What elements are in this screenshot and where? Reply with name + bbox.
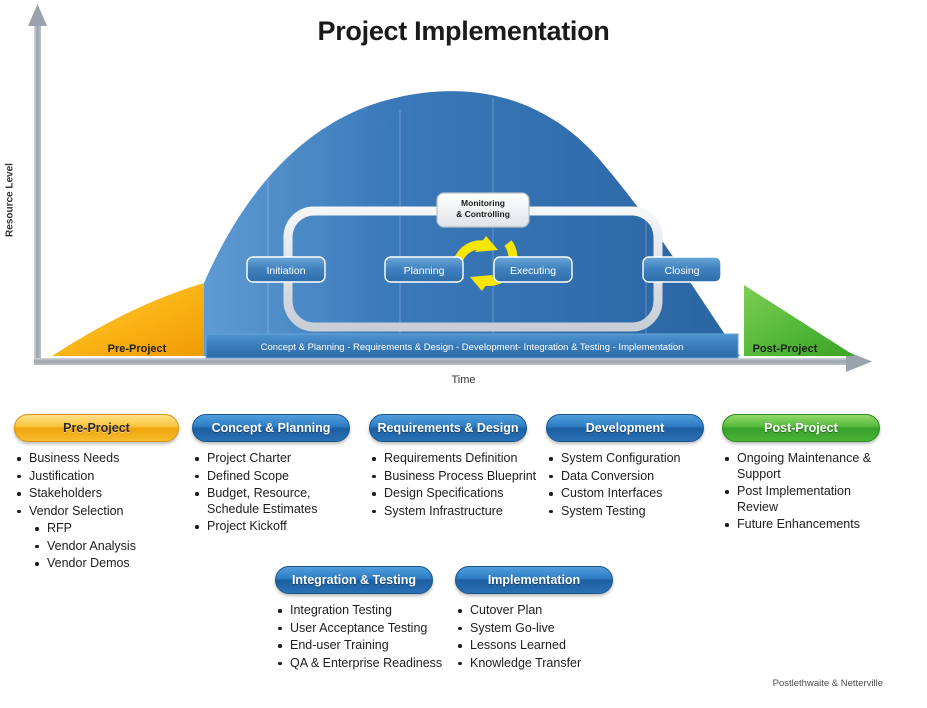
list-item: Vendor Analysis	[14, 539, 189, 555]
list-item: Custom Interfaces	[546, 486, 721, 502]
list-item: Defined Scope	[192, 469, 367, 485]
list-item: Budget, Resource, Schedule Estimates	[192, 486, 327, 517]
phase-header-integration-testing[interactable]: Integration & Testing	[275, 566, 433, 594]
list-item: Stakeholders	[14, 486, 189, 502]
monitoring-controlling-node[interactable]: Monitoring & Controlling	[436, 192, 530, 228]
y-axis-label: Resource Level	[4, 163, 16, 237]
post-project-chart-label: Post-Project	[753, 343, 818, 355]
phase-column-post-project: Post-Project Ongoing Maintenance & Suppo…	[722, 414, 912, 535]
phase-banner: Concept & Planning - Requirements & Desi…	[205, 333, 739, 359]
phase-column-implementation: Implementation Cutover Plan System Go-li…	[455, 566, 635, 673]
monitoring-label-line2: & Controlling	[456, 209, 510, 219]
phase-list: Project Charter Defined Scope Budget, Re…	[192, 451, 367, 535]
y-axis	[28, 4, 47, 358]
pre-project-chart-label: Pre-Project	[108, 343, 167, 355]
phase-column-development: Development System Configuration Data Co…	[546, 414, 721, 521]
process-node-label: Executing	[510, 265, 556, 277]
list-item: Cutover Plan	[455, 603, 635, 619]
phase-header-concept-planning[interactable]: Concept & Planning	[192, 414, 350, 442]
phase-header-post-project[interactable]: Post-Project	[722, 414, 880, 442]
chart-svg: Pre-Project Post-Project Concept & Plann…	[28, 4, 872, 372]
list-item: User Acceptance Testing	[275, 621, 465, 637]
list-item: Vendor Selection	[14, 504, 189, 520]
phase-banner-text: Concept & Planning - Requirements & Desi…	[261, 342, 684, 353]
list-item: Lessons Learned	[455, 638, 635, 654]
process-node-label: Initiation	[266, 265, 305, 277]
phase-column-requirements-design: Requirements & Design Requirements Defin…	[369, 414, 554, 521]
list-item: Justification	[14, 469, 189, 485]
list-item: Vendor Demos	[14, 556, 189, 572]
list-item: Business Needs	[14, 451, 189, 467]
list-item: End-user Training	[275, 638, 465, 654]
phase-list: Ongoing Maintenance & Support Post Imple…	[722, 451, 912, 533]
list-item: Ongoing Maintenance & Support	[722, 451, 882, 482]
process-node-label: Planning	[404, 265, 445, 277]
list-item: Post Implementation Review	[722, 484, 867, 515]
list-item: System Go-live	[455, 621, 635, 637]
list-item: Design Specifications	[369, 486, 554, 502]
phase-list: Requirements Definition Business Process…	[369, 451, 554, 519]
phase-list: Integration Testing User Acceptance Test…	[275, 603, 465, 671]
phase-column-integration-testing: Integration & Testing Integration Testin…	[275, 566, 465, 673]
phase-header-requirements-design[interactable]: Requirements & Design	[369, 414, 527, 442]
list-item: Project Charter	[192, 451, 367, 467]
resource-level-chart: Pre-Project Post-Project Concept & Plann…	[0, 0, 927, 400]
process-node-initiation[interactable]: Initiation	[246, 256, 326, 283]
phase-column-pre-project: Pre-Project Business Needs Justification…	[14, 414, 189, 574]
process-node-executing[interactable]: Executing	[493, 256, 573, 283]
list-item: RFP	[14, 521, 189, 537]
process-node-planning[interactable]: Planning	[384, 256, 464, 283]
phase-column-concept-planning: Concept & Planning Project Charter Defin…	[192, 414, 367, 537]
list-item: System Testing	[546, 504, 721, 520]
monitoring-label-line1: Monitoring	[461, 198, 505, 208]
process-node-label: Closing	[664, 265, 699, 277]
process-node-closing[interactable]: Closing	[642, 256, 722, 283]
list-item: QA & Enterprise Readiness	[275, 656, 465, 672]
phase-list: System Configuration Data Conversion Cus…	[546, 451, 721, 519]
list-item: Knowledge Transfer	[455, 656, 635, 672]
phase-header-implementation[interactable]: Implementation	[455, 566, 613, 594]
x-axis-label: Time	[451, 374, 476, 386]
phase-header-pre-project[interactable]: Pre-Project	[14, 414, 179, 442]
project-implementation-diagram: Project Implementation Pre-Project Post-…	[0, 0, 927, 708]
list-item: Project Kickoff	[192, 519, 367, 535]
list-item: Future Enhancements	[722, 517, 912, 533]
list-item: Business Process Blueprint	[369, 469, 554, 485]
list-item: Requirements Definition	[369, 451, 554, 467]
phase-header-development[interactable]: Development	[546, 414, 704, 442]
phase-list: Business Needs Justification Stakeholder…	[14, 451, 189, 572]
list-item: Integration Testing	[275, 603, 465, 619]
list-item: System Configuration	[546, 451, 721, 467]
list-item: System Infrastructure	[369, 504, 554, 520]
phase-list: Cutover Plan System Go-live Lessons Lear…	[455, 603, 635, 671]
list-item: Data Conversion	[546, 469, 721, 485]
credit-attribution: Postlethwaite & Netterville	[772, 678, 883, 689]
